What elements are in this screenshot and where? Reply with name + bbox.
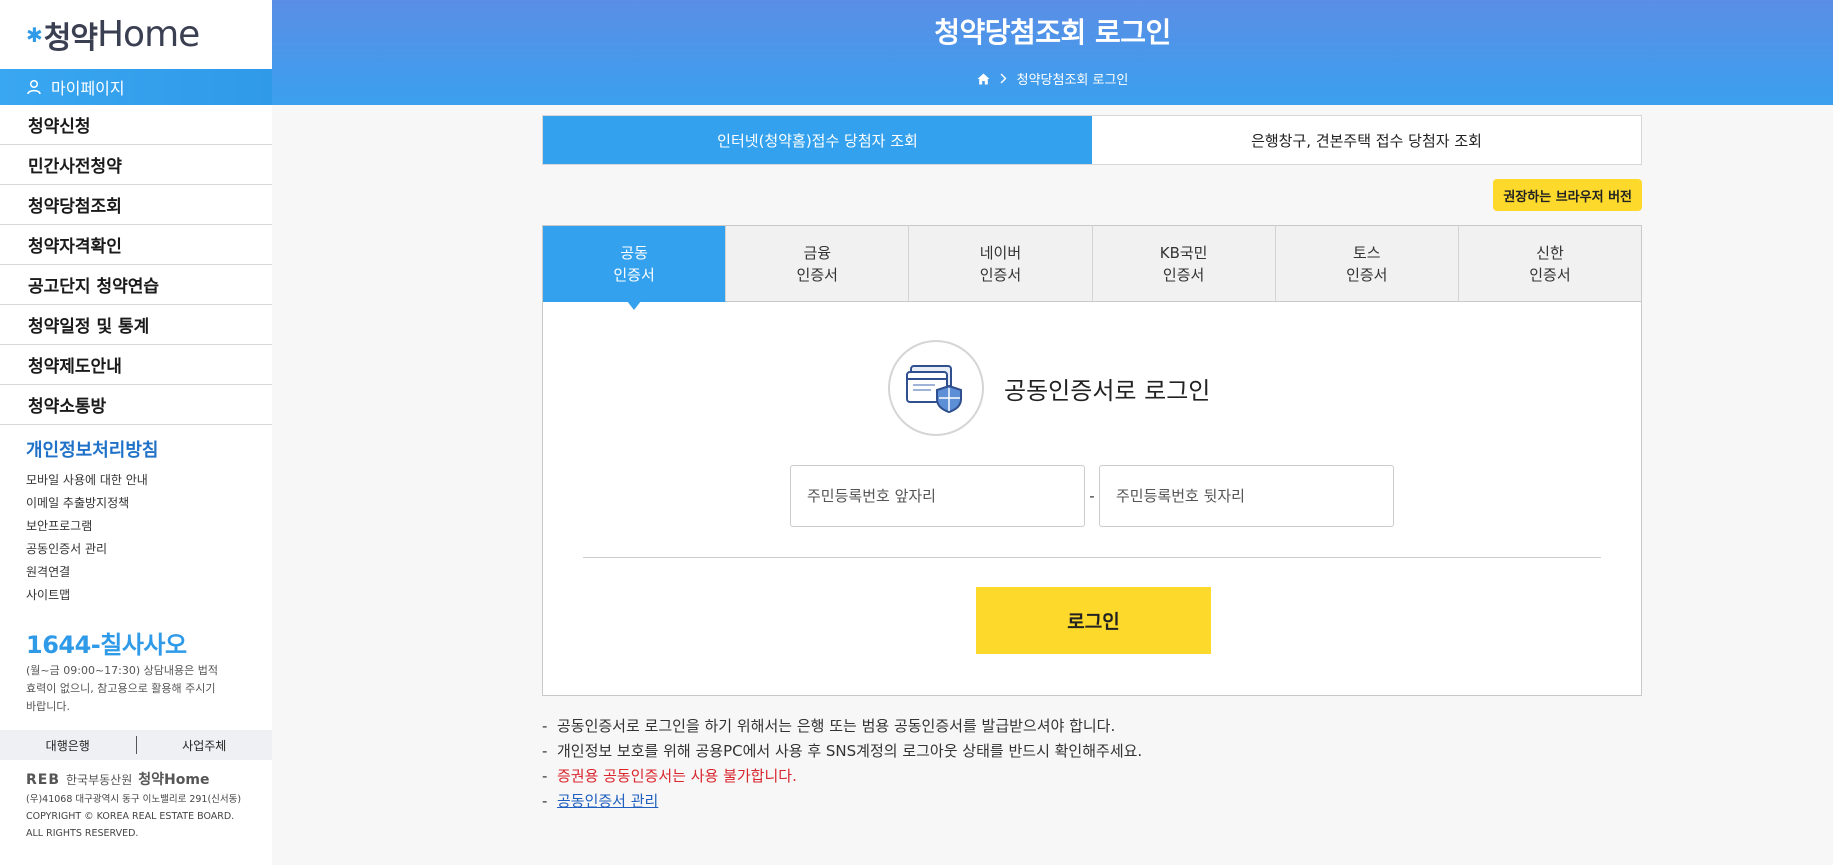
lookup-type-tabs: 인터넷(청약홈)접수 당첨자 조회 은행창구, 견본주택 접수 당첨자 조회 [542,115,1642,165]
policy-link-security[interactable]: 보안프로그램 [26,515,272,538]
nav-item-community[interactable]: 청약소통방 [0,385,272,425]
breadcrumb: 청약당첨조회 로그인 [272,69,1833,88]
login-title: 공동인증서로 로그인 [1004,376,1211,405]
footer-logo: REB 한국부동산원 청약Home [26,772,272,789]
page-header: 청약당첨조회 로그인 청약당첨조회 로그인 [272,0,1833,105]
recommended-browser-button[interactable]: 권장하는 브라우저 버전 [1493,179,1642,211]
tab-toss-cert[interactable]: 토스 인증서 [1275,226,1459,302]
tab-label-line2: 인증서 [1529,265,1571,284]
tab-label-line1: 네이버 [979,243,1022,262]
tab-label-line2: 인증서 [1346,265,1388,284]
policy-link-remote[interactable]: 원격연결 [26,561,272,584]
tab-financial-cert[interactable]: 금융 인증서 [726,226,910,302]
nav-item-practice[interactable]: 공고단지 청약연습 [0,265,272,305]
tab-label-line2: 인증서 [979,265,1022,284]
tab-label-line2: 인증서 [796,265,838,284]
call-note: (월~금 09:00~17:30) 상담내용은 법적효력이 없으니, 참고용으로… [26,664,218,713]
resident-number-front-input[interactable] [790,465,1085,527]
notice-item: - 공동인증서로 로그인을 하기 위해서는 은행 또는 범용 공동인증서를 발급… [542,714,1642,739]
mypage-link[interactable]: 마이페이지 [0,69,272,105]
tab-bank-winner[interactable]: 은행창구, 견본주택 접수 당첨자 조회 [1092,116,1641,164]
business-link[interactable]: 사업주체 [137,737,273,754]
footer-address: (우)41068 대구광역시 동구 이노밸리로 291(신서동) [26,794,242,805]
notice-bullet: - [542,717,548,735]
notice-bullet: - [542,767,548,785]
browser-row: 권장하는 브라우저 버전 [542,165,1642,225]
tab-label-line2: 인증서 [1162,265,1205,284]
user-icon [27,79,41,95]
footer-copyright: COPYRIGHT © KOREA REAL ESTATE BOARD. [26,811,235,822]
certificate-shield-icon [888,340,984,436]
main-nav: 청약신청 민간사전청약 청약당첨조회 청약자격확인 공고단지 청약연습 청약일정… [0,105,272,425]
footer-rights: ALL RIGHTS RESERVED. [26,828,139,839]
nav-item-system-guide[interactable]: 청약제도안내 [0,345,272,385]
home-icon[interactable] [977,73,990,85]
nav-item-pre-subscription[interactable]: 민간사전청약 [0,145,272,185]
footer-site: 청약Home [138,772,210,788]
notice-bullet: - [542,792,548,810]
resident-number-row: - [790,465,1394,527]
policy-link-email[interactable]: 이메일 추출방지정책 [26,492,272,515]
footer-org: 한국부동산원 [66,773,133,787]
notice-item: - 증권용 공동인증서는 사용 불가합니다. [542,764,1642,789]
tab-shinhan-cert[interactable]: 신한 인증서 [1458,226,1642,302]
nav-item-apply[interactable]: 청약신청 [0,105,272,145]
notice-item: - 개인정보 보호를 위해 공용PC에서 사용 후 SNS계정의 로그아웃 상태… [542,739,1642,764]
login-button[interactable]: 로그인 [976,587,1211,654]
notice-warning: 증권용 공동인증서는 사용 불가합니다. [556,767,797,785]
tab-label-line1: KB국민 [1159,243,1208,262]
sidebar-links: 대행은행 사업주체 [0,730,272,760]
bank-link[interactable]: 대행은행 [0,737,136,754]
policy-link-cert[interactable]: 공동인증서 관리 [26,538,272,561]
tab-joint-cert[interactable]: 공동 인증서 [543,226,727,310]
mypage-label: 마이페이지 [51,79,125,98]
resident-number-separator: - [1089,487,1095,505]
notice-list: - 공동인증서로 로그인을 하기 위해서는 은행 또는 범용 공동인증서를 발급… [542,714,1642,814]
tab-label-line1: 신한 [1536,243,1564,262]
resident-number-back-input[interactable] [1099,465,1394,527]
login-body: 공동인증서로 로그인 - 로그인 [543,302,1641,695]
chevron-right-icon [1000,73,1007,84]
logo-text-ko: 청약 [43,20,98,56]
policy-link-sitemap[interactable]: 사이트맵 [26,584,272,607]
tab-label-line2: 인증서 [613,265,655,284]
tab-internet-winner[interactable]: 인터넷(청약홈)접수 당첨자 조회 [543,116,1092,164]
tab-kb-cert[interactable]: KB국민 인증서 [1092,226,1276,302]
tab-naver-cert[interactable]: 네이버 인증서 [909,226,1093,302]
page-title: 청약당첨조회 로그인 [934,16,1171,49]
cert-tabs: 공동 인증서 금융 인증서 네이버 인증서 KB국민 인증서 토스 인증서 신한… [543,226,1642,310]
breadcrumb-current: 청약당첨조회 로그인 [1016,73,1129,88]
main-content: 인터넷(청약홈)접수 당첨자 조회 은행창구, 견본주택 접수 당첨자 조회 권… [542,115,1642,814]
policy-section: 개인정보처리방침 모바일 사용에 대한 안내 이메일 추출방지정책 보안프로그램… [0,425,272,607]
login-divider [583,557,1601,558]
tab-label-line1: 금융 [803,243,832,262]
notice-item: - 공동인증서 관리 [542,789,1642,814]
nav-item-winner-lookup[interactable]: 청약당첨조회 [0,185,272,225]
notice-text: 개인정보 보호를 위해 공용PC에서 사용 후 SNS계정의 로그아웃 상태를 … [556,742,1143,760]
call-center: 1644-칠사사오 (월~금 09:00~17:30) 상담내용은 법적효력이 … [0,607,272,716]
logo-text-en: Home [96,14,200,55]
cert-management-link[interactable]: 공동인증서 관리 [557,792,658,810]
tab-label-line1: 공동 [620,243,648,262]
login-panel: 공동 인증서 금융 인증서 네이버 인증서 KB국민 인증서 토스 인증서 신한… [542,225,1642,696]
policy-link-mobile[interactable]: 모바일 사용에 대한 안내 [26,469,272,492]
login-heading: 공동인증서로 로그인 [888,340,1210,436]
sidebar: ✱ 청약 Home 마이페이지 청약신청 민간사전청약 청약당첨조회 청약자격확… [0,0,272,865]
sidebar-footer: REB 한국부동산원 청약Home (우)41068 대구광역시 동구 이노밸리… [0,760,272,842]
nav-item-schedule-stats[interactable]: 청약일정 및 통계 [0,305,272,345]
notice-text: 공동인증서로 로그인을 하기 위해서는 은행 또는 범용 공동인증서를 발급받으… [556,717,1116,735]
privacy-policy-link[interactable]: 개인정보처리방침 [26,436,272,462]
footer-brand: REB [26,772,61,788]
notice-bullet: - [542,742,548,760]
call-number: 1644-칠사사오 [26,631,187,659]
nav-item-eligibility[interactable]: 청약자격확인 [0,225,272,265]
site-logo[interactable]: ✱ 청약 Home [0,0,272,69]
logo-mark-icon: ✱ [26,22,43,47]
tab-label-line1: 토스 [1352,243,1381,262]
